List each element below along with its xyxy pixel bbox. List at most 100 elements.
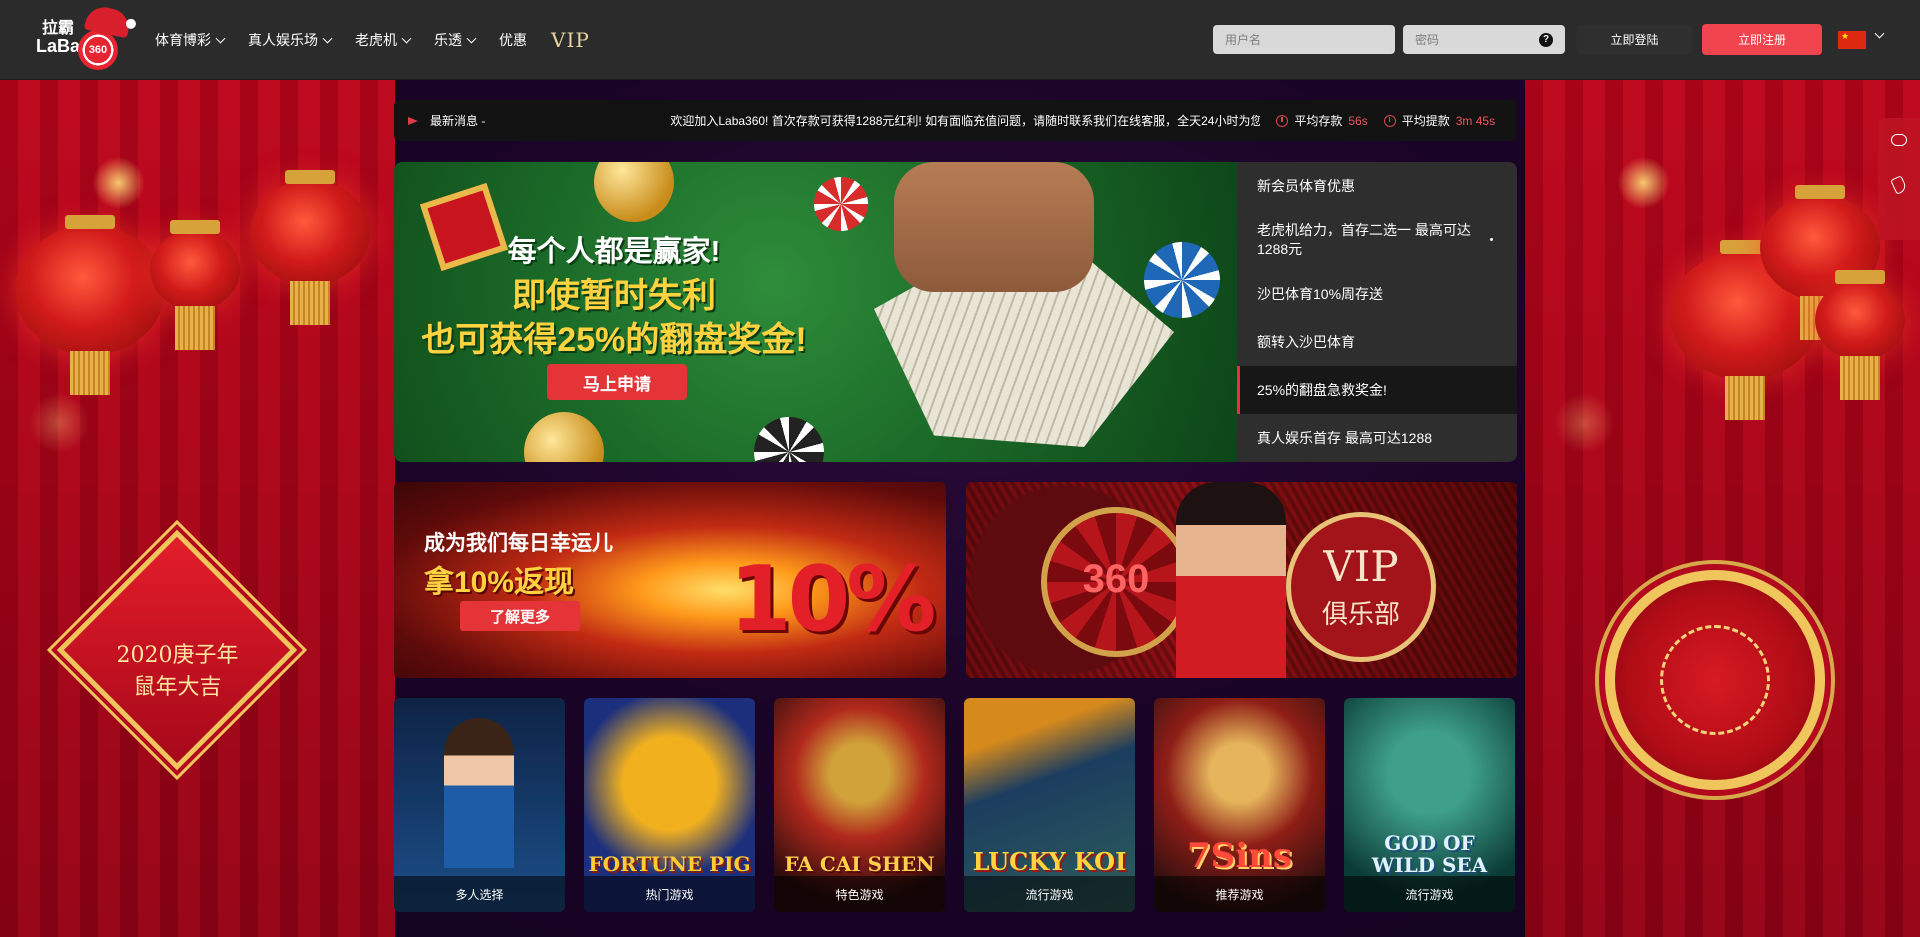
game-title: FORTUNE PIG xyxy=(588,852,751,876)
withdraw-label: 平均提款 xyxy=(1401,114,1450,128)
tile-label: 流行游戏 xyxy=(964,876,1135,912)
clock-icon xyxy=(1276,114,1289,127)
clock-icon xyxy=(1383,114,1396,127)
ten-percent-graphic: 10% xyxy=(729,547,936,652)
contact-side-tools xyxy=(1878,118,1920,240)
lantern-icon xyxy=(250,170,370,325)
game-tile[interactable]: FORTUNE PIG 热门游戏 xyxy=(584,698,755,912)
hands-image xyxy=(894,162,1094,292)
nav-sports[interactable]: 体育博彩 xyxy=(155,30,226,50)
logo-chip: 360 xyxy=(78,30,118,70)
apply-now-button[interactable]: 马上申请 xyxy=(547,364,687,400)
learn-more-button[interactable]: 了解更多 xyxy=(460,601,580,631)
chevron-down-icon xyxy=(322,33,333,43)
festive-left-background xyxy=(0,80,395,937)
promo-item[interactable]: 沙巴体育10%周存送 xyxy=(1237,270,1517,318)
game-tile[interactable]: LUCKY KOI 流行游戏 xyxy=(964,698,1135,912)
deposit-label: 平均存款 xyxy=(1294,114,1343,128)
nav-vip[interactable]: VIP xyxy=(551,28,590,52)
password-input[interactable] xyxy=(1415,32,1539,47)
cashback-banner[interactable]: 成为我们每日幸运儿 拿10%返现 了解更多 10% xyxy=(394,482,946,678)
chevron-down-icon xyxy=(401,33,412,43)
poker-chip-icon xyxy=(814,177,868,231)
tile-label: 特色游戏 xyxy=(774,876,945,912)
username-field[interactable] xyxy=(1213,25,1395,54)
promo-item-active[interactable]: 25%的翻盘急救奖金! xyxy=(1237,366,1517,414)
game-title: LUCKY KOI xyxy=(972,847,1127,876)
news-marquee: 欢迎加入Laba360! 首次存款可获得1288元红利! 如有面临充值问题，请随… xyxy=(670,114,1261,128)
new-year-badge-text: 2020庚子年 鼠年大吉 xyxy=(100,640,255,704)
nav-lottery[interactable]: 乐透 xyxy=(434,30,477,50)
vip-subtitle: 俱乐部 xyxy=(1321,600,1400,630)
logo-en: LaBa xyxy=(36,36,81,56)
badge-line-2: 鼠年大吉 xyxy=(133,675,222,700)
megaphone-icon xyxy=(408,115,422,127)
vip-club-banner[interactable]: 360 VIP 俱乐部 xyxy=(966,482,1517,678)
lantern-icon xyxy=(15,215,165,395)
hero-banner[interactable]: 每个人都是赢家! 即使暂时失利 也可获得25%的翻盘奖金! 马上申请 xyxy=(394,162,1237,462)
game-title: 7Sins xyxy=(1187,836,1292,876)
average-deposit: 平均存款 56s xyxy=(1276,112,1368,129)
news-bar: 最新消息 - 欢迎加入Laba360! 首次存款可获得1288元红利! 如有面临… xyxy=(394,100,1517,141)
game-tile[interactable]: GOD OF WILD SEA 流行游戏 xyxy=(1344,698,1515,912)
game-category-tiles: 多人选择 FORTUNE PIG 热门游戏 FA CAI SHEN 特色游戏 L… xyxy=(394,698,1517,912)
vip-title: VIP xyxy=(1323,542,1399,591)
nav-label: 真人娱乐场 xyxy=(248,32,318,48)
nav-label: 乐透 xyxy=(434,32,462,48)
nav-label: 优惠 xyxy=(499,32,527,48)
hero-line-1: 每个人都是赢家! xyxy=(507,236,721,268)
withdraw-value: 3m 45s xyxy=(1455,113,1496,128)
news-label: 最新消息 - xyxy=(430,114,486,128)
hostess-image xyxy=(1176,482,1286,678)
main-nav: 体育博彩 真人娱乐场 老虎机 乐透 优惠 VIP xyxy=(155,0,590,80)
game-tile[interactable]: 多人选择 xyxy=(394,698,565,912)
login-button[interactable]: 立即登陆 xyxy=(1577,25,1692,54)
game-title: GOD OF WILD SEA xyxy=(1371,831,1488,877)
chevron-down-icon xyxy=(215,33,226,43)
nav-live-casino[interactable]: 真人娱乐场 xyxy=(248,30,333,50)
nav-promotions[interactable]: 优惠 xyxy=(499,30,527,50)
lantern-icon xyxy=(150,220,240,350)
password-field[interactable]: ? xyxy=(1403,25,1565,54)
promo-item-label: 老虎机给力，首存二选一 最高可达1288元 xyxy=(1257,222,1471,257)
tile-label: 流行游戏 xyxy=(1344,876,1515,912)
deposit-value: 56s xyxy=(1348,113,1368,128)
hero-line-2: 即使暂时失利 xyxy=(512,277,716,315)
game-tile[interactable]: FA CAI SHEN 特色游戏 xyxy=(774,698,945,912)
nav-label: 老虎机 xyxy=(355,32,397,48)
festive-right-background xyxy=(1525,80,1920,937)
chat-icon[interactable] xyxy=(1891,133,1907,146)
promo-item[interactable]: 真人娱乐首存 最高可达1288 xyxy=(1237,414,1517,462)
promo-item[interactable]: 老虎机给力，首存二选一 最高可达1288元 xyxy=(1237,210,1517,270)
cashback-line-2: 拿10%返现 xyxy=(424,566,575,599)
nav-label: 体育博彩 xyxy=(155,32,211,48)
average-withdraw: 平均提款 3m 45s xyxy=(1383,112,1496,129)
phone-icon[interactable] xyxy=(1890,174,1908,195)
hero-line-3: 也可获得25%的翻盘奖金! xyxy=(421,321,807,359)
dealer-image xyxy=(444,718,514,868)
promo-item[interactable]: 额转入沙巴体育 xyxy=(1237,318,1517,366)
china-flag-icon[interactable]: ★ xyxy=(1838,31,1866,49)
tile-label: 热门游戏 xyxy=(584,876,755,912)
chevron-down-icon xyxy=(466,33,477,43)
help-icon[interactable]: ? xyxy=(1539,32,1553,47)
register-button[interactable]: 立即注册 xyxy=(1702,24,1822,55)
lantern-icon xyxy=(1815,270,1905,400)
ornament-ball-icon xyxy=(594,162,674,222)
scroll-dot-icon xyxy=(1490,238,1493,241)
chip-360-text: 360 xyxy=(1082,557,1150,601)
promo-item[interactable]: 新会员体育优惠 xyxy=(1237,162,1517,210)
ornament-ball-icon xyxy=(524,412,604,462)
tile-label: 推荐游戏 xyxy=(1154,876,1325,912)
badge-line-1: 2020庚子年 xyxy=(116,643,239,668)
nav-label: VIP xyxy=(551,28,590,52)
game-tile[interactable]: 7Sins 推荐游戏 xyxy=(1154,698,1325,912)
site-logo[interactable]: 拉霸 LaBa 360 xyxy=(36,3,136,70)
game-title: FA CAI SHEN xyxy=(784,852,935,876)
username-input[interactable] xyxy=(1225,32,1383,47)
nav-slots[interactable]: 老虎机 xyxy=(355,30,412,50)
logo-cn: 拉霸 xyxy=(42,20,75,37)
chevron-down-icon[interactable] xyxy=(1874,28,1885,39)
poker-chip-icon xyxy=(754,417,824,462)
